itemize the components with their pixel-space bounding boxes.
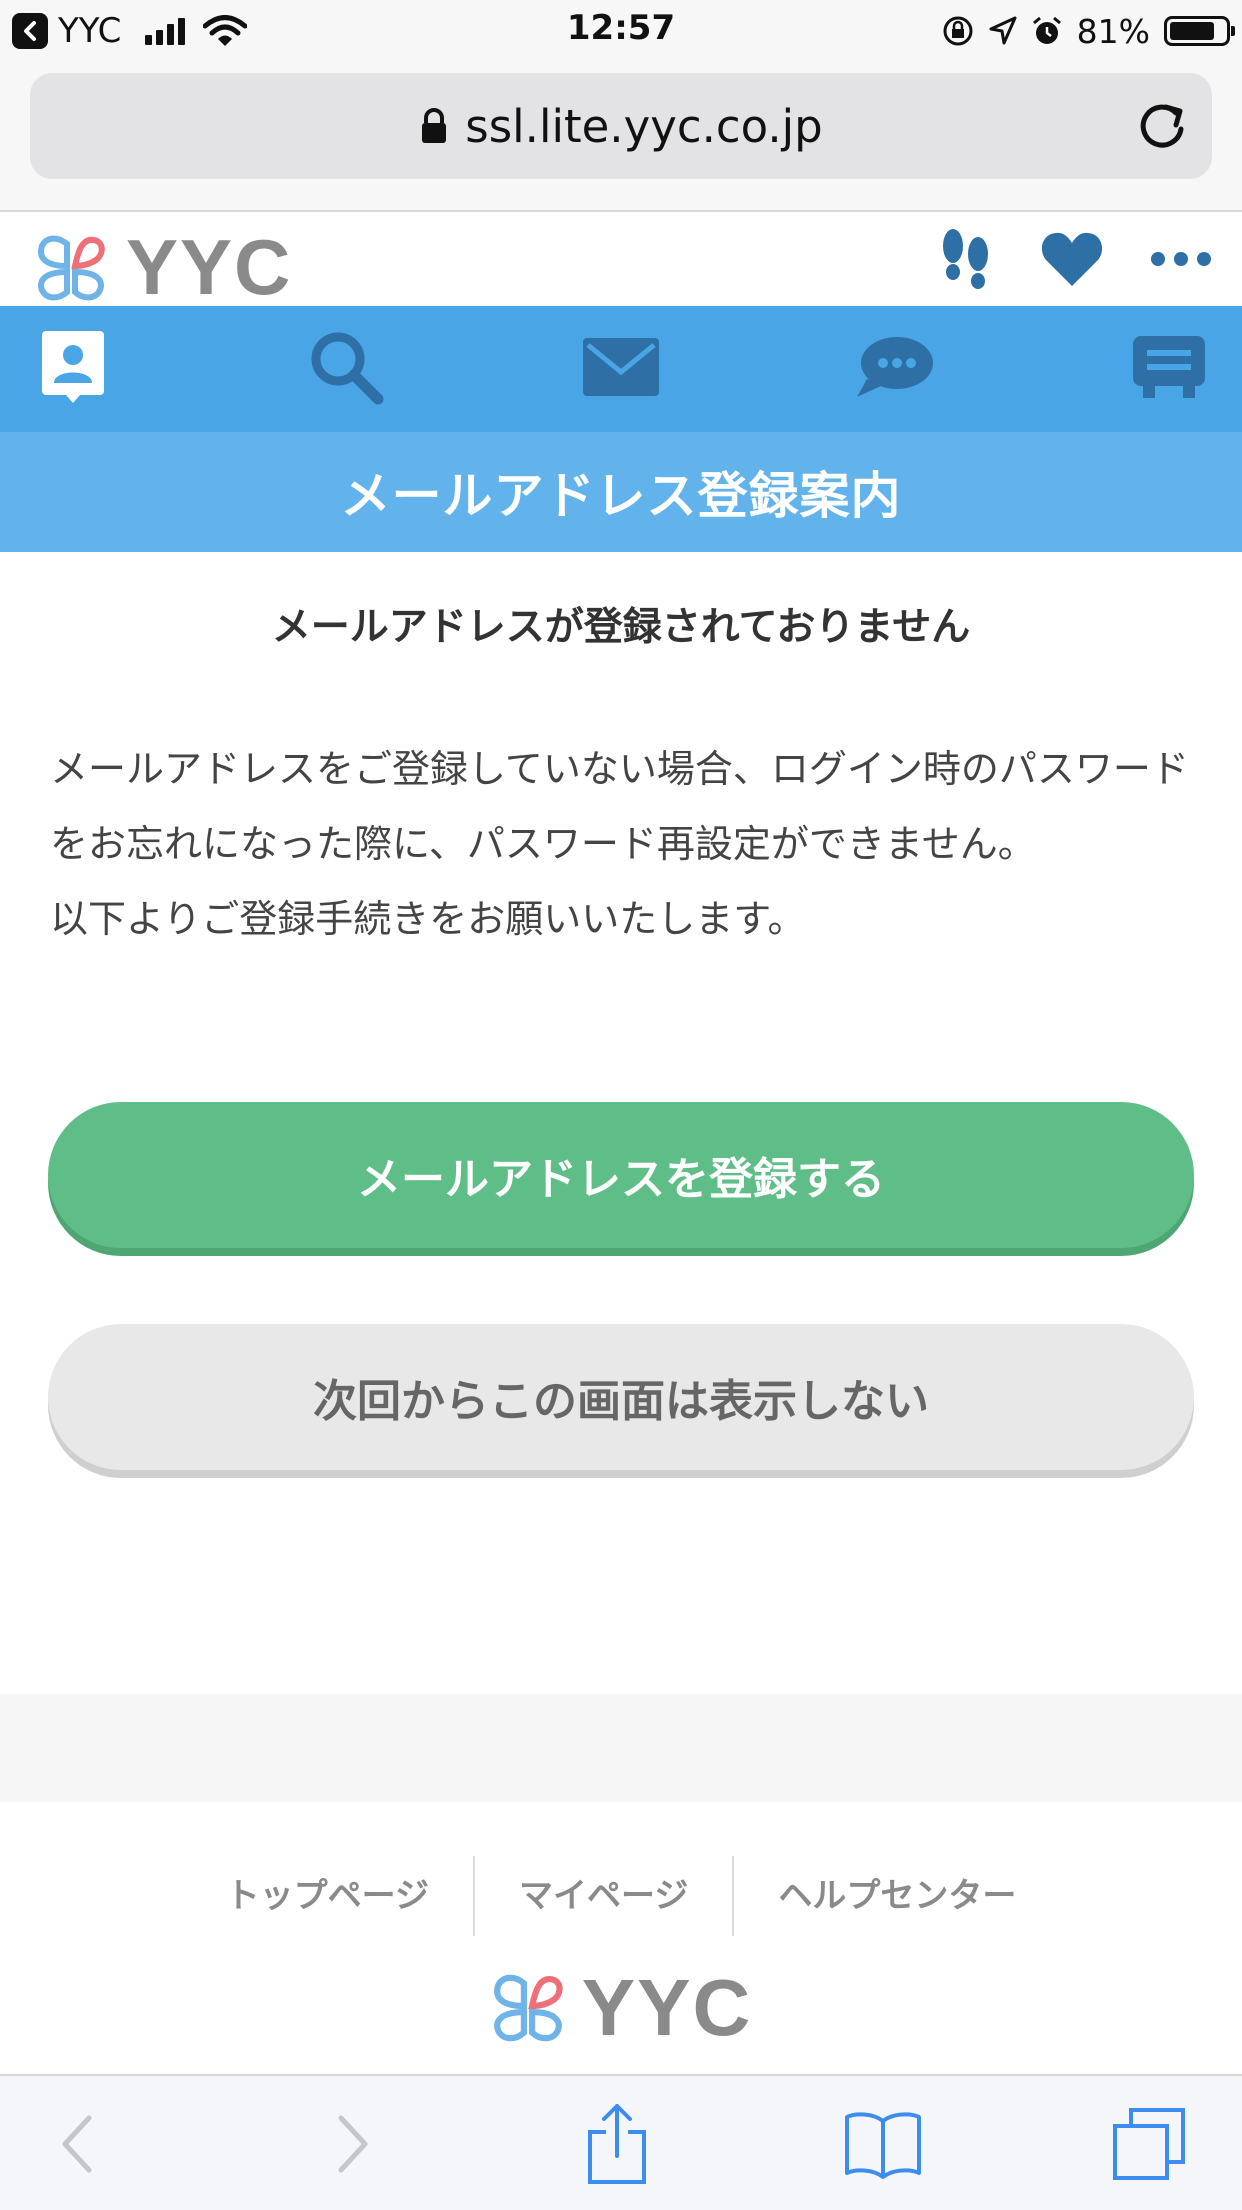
- address-bar[interactable]: ssl.lite.yyc.co.jp: [30, 73, 1212, 179]
- footer-link-help[interactable]: ヘルプセンター: [732, 1856, 1060, 1936]
- footer-links: トップページ マイページ ヘルプセンター: [0, 1856, 1242, 1936]
- footprints-icon[interactable]: [938, 226, 994, 292]
- alarm-icon: [1032, 16, 1061, 44]
- bookmarks-button[interactable]: [838, 2102, 928, 2186]
- lock-icon: [422, 108, 447, 143]
- footer-logo[interactable]: YYC: [0, 1962, 1242, 2054]
- register-email-button[interactable]: メールアドレスを登録する: [48, 1102, 1194, 1248]
- site-nav: [0, 306, 1242, 432]
- nav-mail[interactable]: [578, 324, 664, 410]
- chevron-right-icon: [338, 2115, 368, 2173]
- browser-address-area: ssl.lite.yyc.co.jp: [0, 62, 1242, 212]
- footer-link-top[interactable]: トップページ: [182, 1856, 473, 1936]
- share-icon: [588, 2104, 646, 2184]
- dont-show-again-button[interactable]: 次回からこの画面は表示しない: [48, 1324, 1194, 1470]
- site-logo[interactable]: YYC: [34, 222, 292, 313]
- nav-profile[interactable]: [30, 324, 116, 410]
- nav-chat[interactable]: [852, 324, 938, 410]
- more-icon[interactable]: [1150, 249, 1212, 269]
- board-icon: [1133, 336, 1205, 398]
- page-title: メールアドレス登録案内: [340, 467, 902, 525]
- clover-logo-icon: [38, 235, 105, 300]
- notice-heading: メールアドレスが登録されておりません: [271, 605, 971, 650]
- reload-icon[interactable]: [1136, 99, 1188, 153]
- battery-icon: [1164, 16, 1235, 46]
- nav-board[interactable]: [1126, 324, 1212, 410]
- notice-text-1: メールアドレスをご登録していない場合、ログイン時のパスワードをお忘れになった際に…: [50, 747, 1189, 866]
- battery-percentage: 81%: [1076, 11, 1150, 51]
- footer-link-mypage[interactable]: マイページ: [473, 1856, 732, 1936]
- clover-logo-icon: [493, 1974, 563, 2042]
- browser-toolbar: [0, 2074, 1242, 2210]
- nav-search[interactable]: [303, 324, 389, 410]
- tabs-button[interactable]: [1104, 2102, 1194, 2186]
- footer-divider: [0, 1694, 1242, 1802]
- chevron-left-icon: [62, 2115, 92, 2173]
- chat-icon: [857, 337, 933, 397]
- page-title-banner: メールアドレス登録案内: [0, 432, 1242, 552]
- site-header: YYC: [0, 212, 1242, 311]
- forward-button[interactable]: [308, 2102, 398, 2186]
- url-text: ssl.lite.yyc.co.jp: [465, 99, 823, 153]
- back-button[interactable]: [32, 2102, 122, 2186]
- location-icon: [989, 16, 1017, 45]
- logo-text: YYC: [126, 223, 293, 311]
- mail-icon: [583, 338, 659, 396]
- status-bar: YYC 12:57 81%: [0, 0, 1242, 62]
- notice-text-2: 以下よりご登録手続きをお願いいたします。: [50, 897, 806, 941]
- footer-logo-text: YYC: [581, 1963, 753, 2052]
- share-button[interactable]: [572, 2102, 662, 2186]
- notice-body: メールアドレスをご登録していない場合、ログイン時のパスワードをお忘れになった際に…: [50, 732, 1200, 957]
- tabs-icon: [1113, 2108, 1185, 2180]
- orientation-lock-icon: [943, 16, 973, 46]
- heart-icon[interactable]: [1040, 230, 1104, 288]
- profile-icon: [42, 331, 104, 403]
- search-icon: [311, 332, 384, 405]
- book-icon: [845, 2112, 921, 2179]
